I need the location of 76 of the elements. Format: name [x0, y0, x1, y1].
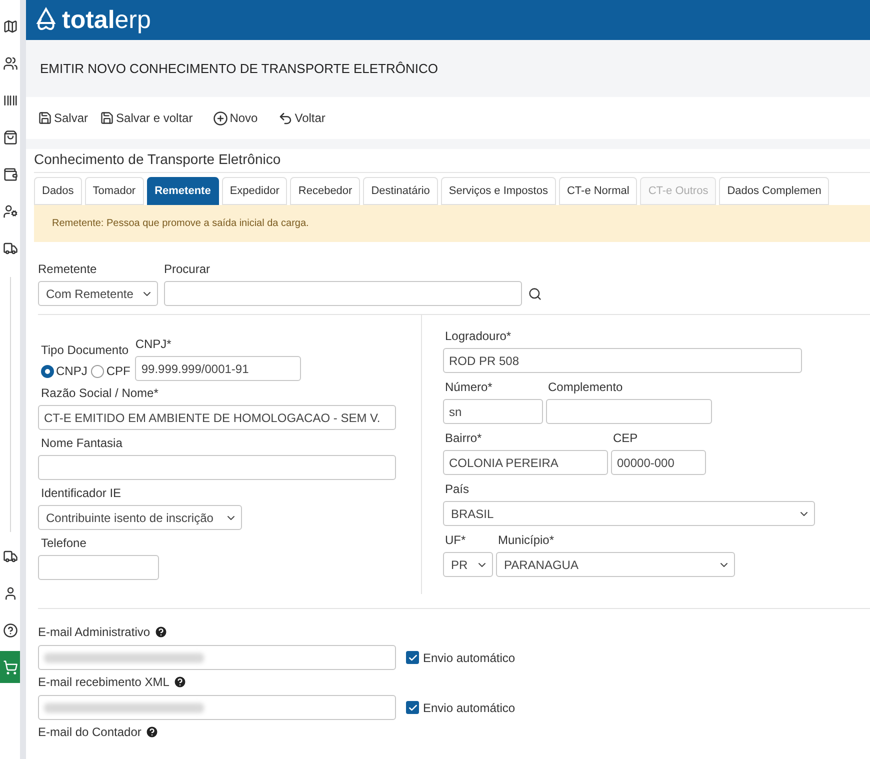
- field-label: Bairro*: [444, 430, 483, 447]
- radio-option[interactable]: CPF: [91, 362, 130, 380]
- checkbox-option[interactable]: Envio automático: [406, 698, 516, 716]
- toolbar-button[interactable]: Novo: [212, 109, 258, 127]
- panel-title: Conhecimento de Transporte Eletrônico: [34, 150, 281, 169]
- field-label: Remetente: [38, 261, 98, 278]
- tab[interactable]: Expedidor: [222, 177, 288, 205]
- input-field[interactable]: CT-E EMITIDO EM AMBIENTE DE HOMOLOGACAO - SEM V.: [38, 405, 396, 430]
- save-icon: [100, 111, 114, 125]
- field-label: E-mail Administrativo: [38, 624, 150, 641]
- checkbox-option[interactable]: Envio automático: [406, 648, 516, 666]
- input-field[interactable]: COLONIA PEREIRA: [443, 450, 608, 475]
- select-field[interactable]: Com Remetente: [38, 281, 158, 306]
- tab[interactable]: Recebedor: [290, 177, 360, 205]
- input-field[interactable]: [546, 399, 712, 424]
- select-field[interactable]: BRASIL: [443, 501, 815, 526]
- tab[interactable]: Serviços e Impostos: [440, 177, 556, 205]
- field-label: Município*: [497, 532, 556, 549]
- help-icon[interactable]: [154, 625, 168, 639]
- select-field[interactable]: Contribuinte isento de inscrição: [38, 505, 242, 530]
- input-field[interactable]: [38, 695, 396, 720]
- people-icon: [2, 56, 18, 70]
- field-label: Identificador IE: [40, 485, 122, 502]
- logo-icon: [34, 7, 58, 33]
- tab[interactable]: CT-e Normal: [558, 177, 638, 205]
- field-label: Número*: [444, 379, 494, 396]
- field-label: Procurar: [164, 261, 212, 278]
- tab[interactable]: Dados: [34, 177, 82, 205]
- field-label: Logradouro*: [444, 328, 512, 345]
- field-label: Razão Social / Nome*: [40, 385, 160, 402]
- input-field[interactable]: [38, 555, 159, 580]
- field-label: E-mail recebimento XML: [38, 674, 170, 691]
- field-label: CNPJ*: [135, 336, 172, 353]
- page-title: EMITIR NOVO CONHECIMENTO DE TRANSPORTE ELETRÔNICO: [40, 60, 438, 78]
- map-icon: [2, 18, 18, 34]
- field-label: Telefone: [40, 535, 88, 552]
- truck-icon: [2, 548, 18, 564]
- input-field[interactable]: 99.999.999/0001-91: [135, 356, 302, 381]
- field-label: Nome Fantasia: [40, 435, 124, 452]
- logo: totalerp: [62, 8, 151, 32]
- truck-icon: [2, 240, 18, 256]
- plus-icon: [212, 110, 228, 126]
- info-alert: Remetente: Pessoa que promove a saída inicial da carga.: [34, 205, 870, 242]
- field-label: E-mail do Contador: [38, 724, 142, 741]
- input-field[interactable]: 00000-000: [611, 450, 706, 475]
- back-icon: [278, 110, 293, 126]
- input-field[interactable]: sn: [443, 399, 543, 424]
- save-icon: [38, 111, 52, 125]
- toolbar-button[interactable]: Salvar e voltar: [100, 109, 193, 127]
- input-field[interactable]: [38, 645, 396, 670]
- user-icon: [2, 586, 18, 600]
- help-icon[interactable]: [173, 675, 188, 689]
- bag-icon: [2, 130, 18, 144]
- tab[interactable]: Remetente: [146, 177, 219, 205]
- input-field[interactable]: ROD PR 508: [443, 348, 802, 373]
- select-field[interactable]: PR: [443, 552, 493, 577]
- field-label: UF*: [444, 532, 467, 549]
- input-field[interactable]: [164, 281, 522, 306]
- radio-option[interactable]: CNPJ: [41, 362, 88, 380]
- field-label: Complemento: [547, 379, 624, 396]
- tab[interactable]: Tomador: [84, 177, 144, 205]
- field-label: CEP: [612, 430, 639, 447]
- tab[interactable]: Destinatário: [363, 177, 438, 205]
- input-field[interactable]: [38, 455, 396, 480]
- barcode-icon: [2, 92, 18, 108]
- toolbar-button[interactable]: Voltar: [278, 109, 326, 127]
- cart-icon: [2, 660, 18, 674]
- tab[interactable]: Dados Complemen: [719, 177, 830, 205]
- field-label: Tipo Documento: [41, 342, 130, 359]
- select-field[interactable]: PARANAGUA: [496, 552, 735, 577]
- help-icon[interactable]: [145, 725, 160, 739]
- help-icon: [2, 622, 18, 638]
- person-icon: [2, 204, 18, 218]
- toolbar-button[interactable]: Salvar: [38, 109, 88, 127]
- search-icon[interactable]: [528, 287, 542, 301]
- field-label: País: [444, 481, 470, 498]
